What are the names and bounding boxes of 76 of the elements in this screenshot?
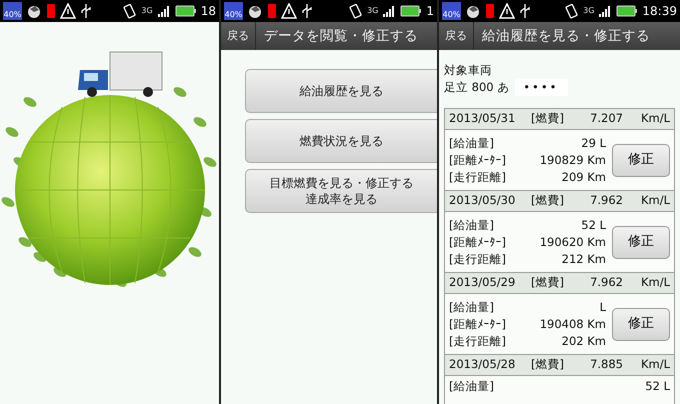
field-value: 52 L [645,378,670,395]
economy-value: 7.885 [589,356,623,374]
app-icon [247,3,263,19]
field-label: [給油量] [449,298,495,316]
plate-number: •••• [515,79,568,96]
field-value: 212 Km [560,250,606,268]
field-value: 190620 Km [540,234,606,250]
field-label: [給油量] [449,216,495,234]
network-label: 3G [141,7,153,15]
field-label: [走行距離] [449,168,507,186]
signal-icon [156,4,171,18]
field-value: 190829 Km [540,152,606,168]
field-label: [距離ﾒｰﾀｰ] [449,316,507,332]
vehicle-label: 対象車両 [444,62,493,79]
screen-title: 給油履歴を見る・修正する [481,26,651,46]
battery-icon [174,5,197,17]
field-value: 29 L [580,134,606,152]
economy-label: [燃費] [531,356,565,374]
menu-button[interactable]: 目標燃費を見る・修正する 達成率を見る [245,169,437,213]
back-button[interactable]: 戻る [439,22,474,50]
weather-badge: 40% [442,2,461,20]
rotate-icon [123,3,138,19]
field-label: [走行距離] [449,332,507,350]
field-value: 190408 Km [540,316,606,332]
warning-icon [281,3,297,19]
menu-button[interactable]: 燃費状況を見る [245,119,437,163]
app-icon [26,3,42,19]
edit-button[interactable]: 修正 [612,308,670,340]
field-label: [距離ﾒｰﾀｰ] [449,234,507,250]
economy-value: 7.207 [589,110,623,128]
economy-unit: Km/L [640,192,670,210]
field-value: 202 Km [560,332,606,350]
field-value: L [598,298,606,316]
field-label: [走行距離] [449,250,507,268]
economy-label: [燃費] [531,192,565,210]
network-label: 3G [583,7,594,15]
record-date: 2013/05/31 [449,110,516,128]
phone-icon [46,3,56,19]
record-date: 2013/05/30 [449,192,516,210]
warning-icon [499,3,515,19]
signal-icon [382,4,396,18]
field-label: [給油量] [449,378,495,395]
battery-icon [400,5,422,17]
field-value: 209 Km [560,168,606,186]
economy-unit: Km/L [640,356,670,374]
weather-badge: 40% [224,2,243,20]
phone-icon [485,3,495,19]
menu-button[interactable]: 給油履歴を見る [245,69,437,113]
weather-badge: 40% [3,2,22,20]
economy-value: 7.962 [589,274,623,292]
economy-label: [燃費] [531,274,565,292]
economy-unit: Km/L [640,274,670,292]
edit-button[interactable]: 修正 [612,226,670,258]
clock: 18 [200,3,216,20]
back-button[interactable]: 戻る [221,22,256,50]
screen-title: データを閲覧・修正する [263,26,419,46]
clock: 1 [426,3,434,20]
record-date: 2013/05/29 [449,274,516,292]
app-icon [465,3,481,19]
clock: 18:39 [642,3,677,20]
rotate-icon [349,3,364,19]
edit-button[interactable]: 修正 [612,144,670,176]
record-date: 2013/05/28 [449,356,516,374]
field-label: [給油量] [449,134,495,152]
battery-icon [616,5,638,17]
rotate-icon [565,3,580,19]
plate-prefix: 足立 800 あ [444,79,510,96]
signal-icon [598,4,612,18]
network-label: 3G [367,7,378,15]
phone-icon [267,3,277,19]
field-label: [距離ﾒｰﾀｰ] [449,152,507,168]
field-value: 52 L [580,216,606,234]
economy-label: [燃費] [531,110,565,128]
economy-value: 7.962 [589,192,623,210]
warning-icon [60,3,76,19]
economy-unit: Km/L [640,110,670,128]
